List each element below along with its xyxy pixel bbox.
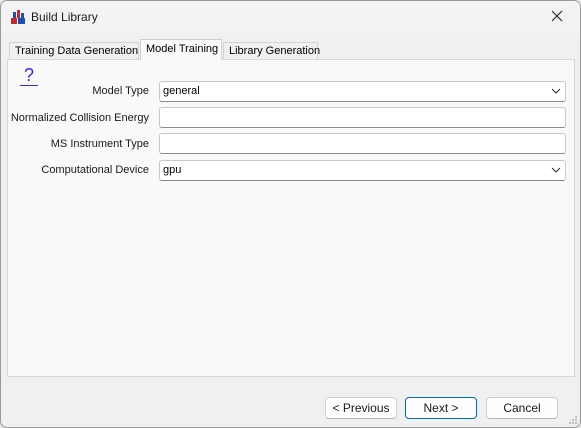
chevron-down-icon [550, 85, 562, 97]
window-title: Build Library [31, 10, 98, 24]
model-type-label: Model Type [92, 85, 149, 97]
model-type-value: general [163, 85, 200, 97]
computational-device-dropdown[interactable]: gpu [159, 160, 566, 181]
previous-button[interactable]: < Previous [325, 397, 397, 419]
close-button[interactable] [534, 1, 580, 33]
title-bar[interactable]: Build Library [1, 1, 580, 33]
collision-energy-input[interactable] [159, 107, 566, 128]
instrument-type-input[interactable] [159, 133, 566, 154]
computational-device-value: gpu [163, 164, 182, 176]
next-button[interactable]: Next > [405, 397, 477, 419]
tab-library-generation[interactable]: Library Generation [223, 42, 320, 60]
close-icon [551, 10, 563, 25]
computational-device-label: Computational Device [41, 164, 149, 176]
model-type-dropdown[interactable]: general [159, 81, 566, 102]
build-library-dialog: Build Library Training Data Generation M… [0, 0, 581, 428]
tab-model-training[interactable]: Model Training [140, 39, 222, 60]
build-library-icon [10, 9, 26, 25]
resize-grip-icon[interactable] [568, 415, 578, 425]
collision-energy-label: Normalized Collision Energy [10, 112, 149, 124]
instrument-type-label: MS Instrument Type [50, 138, 149, 150]
help-link[interactable]: ? [20, 66, 38, 86]
tab-training-data-generation[interactable]: Training Data Generation [9, 42, 139, 60]
cancel-button[interactable]: Cancel [486, 397, 558, 419]
chevron-down-icon [550, 164, 562, 176]
model-training-panel: ? Model Type general Normalized Collisio… [7, 59, 575, 377]
